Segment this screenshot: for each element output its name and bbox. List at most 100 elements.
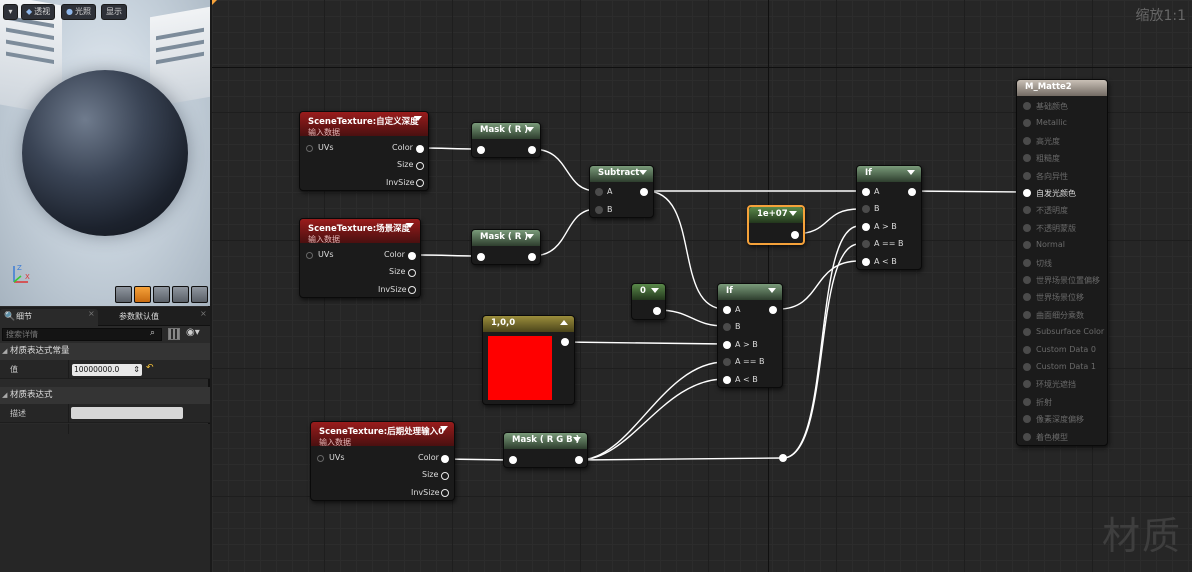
lit-button[interactable]: ● 光照 — [61, 4, 96, 20]
node-subtract[interactable]: Subtract A B — [589, 165, 654, 218]
tab-details[interactable]: 🔍 细节 — [0, 309, 98, 326]
node-constant3vector[interactable]: 1,0,0 — [482, 315, 575, 405]
material-input-pin[interactable] — [1023, 415, 1031, 424]
node-graph[interactable]: SceneTexture:自定义深度 输入数据 UVs Color Size In… — [212, 0, 1192, 572]
output-pin[interactable] — [416, 179, 424, 187]
material-input-pin[interactable] — [1023, 328, 1031, 337]
material-input-label: 世界场景位移 — [1036, 293, 1084, 303]
material-input-pin[interactable] — [1023, 258, 1031, 267]
input-pin-a[interactable] — [862, 188, 870, 196]
input-pin-a-less[interactable] — [862, 258, 870, 266]
material-input-pin[interactable] — [1023, 206, 1031, 215]
material-input-pin[interactable] — [1023, 363, 1031, 371]
output-pin[interactable] — [408, 269, 416, 277]
eye-icon[interactable]: ◉▾ — [186, 327, 200, 338]
input-pin[interactable] — [477, 253, 485, 261]
node-material-output[interactable]: M_Matte2 基础颜色 Metallic 高光度 粗糙度 各向异性 自发光颜色 不透明度… — [1016, 79, 1108, 446]
node-scene-texture-scene-depth[interactable]: SceneTexture:场景深度 输入数据 UVs Color Size Inv… — [299, 218, 421, 298]
material-input-pin[interactable] — [1023, 102, 1031, 110]
output-pin[interactable] — [408, 286, 416, 294]
input-pin[interactable] — [306, 252, 313, 259]
output-pin[interactable] — [408, 252, 416, 260]
node-scene-texture-postprocess0[interactable]: SceneTexture:后期处理输入0 输入数据 UVs Color Size … — [310, 421, 455, 501]
material-input-pin[interactable] — [1023, 380, 1031, 389]
material-input-label: 着色模型 — [1036, 432, 1068, 442]
input-pin[interactable] — [509, 456, 517, 464]
node-scene-texture-custom-depth[interactable]: SceneTexture:自定义深度 输入数据 UVs Color Size In… — [299, 111, 429, 191]
close-icon[interactable]: × — [200, 309, 207, 318]
svg-text:Z: Z — [17, 264, 22, 272]
color-swatch — [488, 336, 552, 400]
material-input-pin[interactable] — [1023, 345, 1031, 354]
collapse-arrow-icon: ◢ — [2, 391, 8, 399]
input-pin-a[interactable] — [723, 306, 731, 314]
output-pin[interactable] — [791, 231, 799, 239]
perspective-button[interactable]: ◆ 透视 — [21, 4, 56, 20]
grid-view-icon[interactable] — [168, 328, 180, 340]
value-input[interactable]: 10000000.0 ⇕ — [72, 364, 142, 376]
input-pin-a-greater[interactable] — [723, 341, 731, 349]
material-input-pin[interactable] — [1023, 189, 1031, 197]
output-pin[interactable] — [441, 455, 449, 463]
output-pin[interactable] — [528, 146, 536, 154]
output-pin[interactable] — [575, 456, 583, 464]
node-if-2[interactable]: If A B A > B A == B A < B — [856, 165, 922, 270]
node-if-1[interactable]: If A B A > B A == B A < B — [717, 283, 783, 388]
material-input-pin[interactable] — [1023, 223, 1031, 232]
node-mask-r-2[interactable]: Mask ( R ) — [471, 229, 541, 265]
input-pin-b[interactable] — [595, 206, 603, 214]
description-input[interactable] — [71, 407, 183, 419]
output-pin[interactable] — [561, 338, 569, 346]
details-tab-bar: 🔍 细节 × 参数默认值 × — [0, 307, 210, 326]
node-mask-rgb[interactable]: Mask ( R G B ) — [503, 432, 588, 468]
show-button[interactable]: 显示 — [101, 4, 127, 20]
input-pin-b[interactable] — [862, 205, 870, 213]
input-pin-a-equal[interactable] — [723, 358, 731, 366]
mesh-preview-button[interactable] — [191, 286, 208, 303]
input-pin[interactable] — [477, 146, 485, 154]
input-pin-a-less[interactable] — [723, 376, 731, 384]
material-input-pin[interactable] — [1023, 241, 1031, 250]
output-pin[interactable] — [416, 145, 424, 153]
input-pin-a-equal[interactable] — [862, 240, 870, 248]
node-constant-zero[interactable]: 0 — [631, 283, 666, 320]
search-input[interactable]: 搜索详情 — [2, 328, 162, 341]
sphere-preview-button[interactable] — [134, 286, 151, 303]
preview-sphere — [22, 70, 188, 236]
material-input-pin[interactable] — [1023, 432, 1031, 441]
material-input-pin[interactable] — [1023, 119, 1031, 128]
output-pin[interactable] — [416, 162, 424, 170]
output-pin[interactable] — [769, 306, 777, 314]
material-input-pin[interactable] — [1023, 293, 1031, 302]
input-pin[interactable] — [317, 455, 324, 462]
input-pin-a[interactable] — [595, 188, 603, 196]
material-input-pin[interactable] — [1023, 276, 1031, 284]
close-icon[interactable]: × — [88, 309, 95, 318]
input-pin-a-greater[interactable] — [862, 223, 870, 231]
plane-preview-button[interactable] — [153, 286, 170, 303]
output-pin[interactable] — [908, 188, 916, 196]
reset-arrow-icon[interactable]: ↶ — [146, 363, 154, 373]
viewport-menu-button[interactable]: ▾ — [3, 4, 18, 20]
material-input-pin[interactable] — [1023, 171, 1031, 180]
material-input-pin[interactable] — [1023, 310, 1031, 319]
node-mask-r-1[interactable]: Mask ( R ) — [471, 122, 541, 158]
node-constant-1e07[interactable]: 1e+07 — [747, 205, 805, 245]
material-input-pin[interactable] — [1023, 154, 1031, 163]
input-pin-b[interactable] — [723, 323, 731, 331]
section-material-expression[interactable]: ◢ 材质表达式 — [0, 387, 210, 404]
material-input-pin[interactable] — [1023, 136, 1031, 145]
preview-viewport[interactable]: ▾ ◆ 透视 ● 光照 显示 Z X — [0, 0, 210, 306]
output-pin[interactable] — [441, 489, 449, 497]
cube-preview-button[interactable] — [172, 286, 189, 303]
output-pin[interactable] — [653, 307, 661, 315]
section-expression-constant[interactable]: ◢ 材质表达式常量 — [0, 343, 210, 360]
output-pin[interactable] — [441, 472, 449, 480]
tab-param-defaults[interactable]: 参数默认值 — [103, 309, 203, 326]
input-pin[interactable] — [306, 145, 313, 152]
cylinder-preview-button[interactable] — [115, 286, 132, 303]
reroute-point — [779, 454, 787, 462]
output-pin[interactable] — [640, 188, 648, 196]
output-pin[interactable] — [528, 253, 536, 261]
material-input-pin[interactable] — [1023, 397, 1031, 406]
